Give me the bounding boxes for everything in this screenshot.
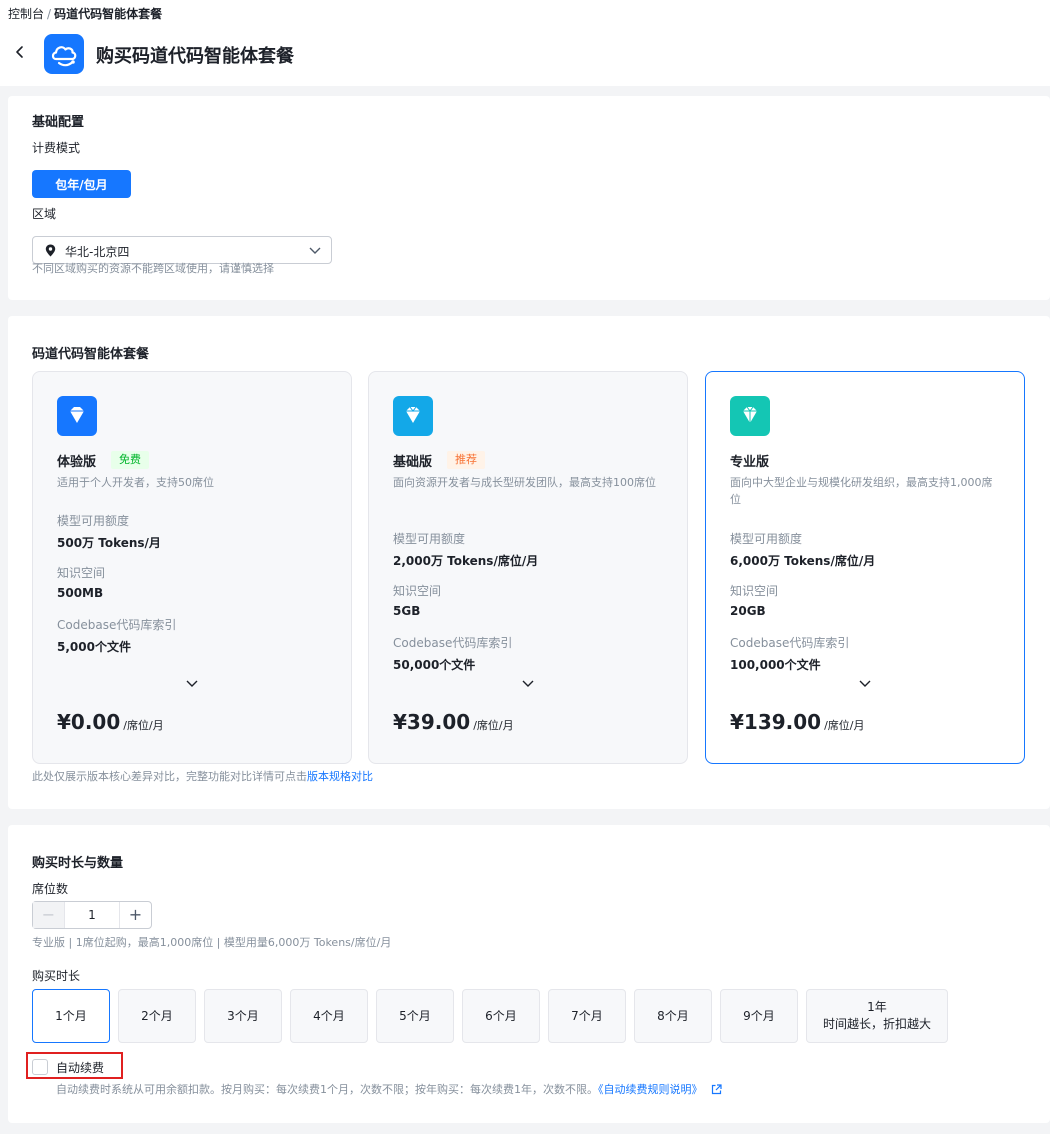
plan-name: 专业版 (730, 455, 770, 470)
knowledge-space-label: 知识空间 (393, 584, 442, 598)
seats-hint: 专业版 | 1席位起购，最高1,000席位 | 模型用量6,000万 Token… (32, 936, 392, 949)
plan-name: 体验版 (57, 455, 97, 470)
compare-text: 此处仅展示版本核心差异对比，完整功能对比详情可点击 (32, 770, 307, 783)
knowledge-space-value: 20GB (730, 604, 766, 618)
plan-name: 基础版 (393, 455, 433, 470)
section-title: 购买时长与数量 (32, 856, 124, 871)
spec-compare-link[interactable]: 版本规格对比 (307, 770, 373, 783)
diamond-icon (393, 396, 433, 436)
price-value: ¥0.00 (57, 710, 121, 734)
plan-compare-note: 此处仅展示版本核心差异对比，完整功能对比详情可点击版本规格对比 (32, 768, 373, 784)
price-value: ¥139.00 (730, 710, 822, 734)
seats-input[interactable]: 1 (65, 902, 119, 928)
section-title: 基础配置 (32, 115, 85, 130)
recommended-badge: 推荐 (447, 451, 485, 469)
duration-option-1-year[interactable]: 1年 时间越长，折扣越大 (806, 989, 948, 1043)
back-arrow-icon[interactable] (12, 44, 28, 60)
plan-card-professional[interactable]: 专业版 面向中大型企业与规模化研发组织，最高支持1,000席位 模型可用额度 6… (705, 371, 1025, 764)
plan-card-trial[interactable]: 体验版 免费 适用于个人开发者，支持50席位 模型可用额度 500万 Token… (32, 371, 352, 764)
knowledge-space-value: 5GB (393, 604, 421, 618)
region-hint: 不同区域购买的资源不能跨区域使用，请谨慎选择 (32, 262, 274, 275)
page-title: 购买码道代码智能体套餐 (96, 46, 294, 67)
region-label: 区域 (32, 207, 57, 221)
plan-description: 面向中大型企业与规模化研发组织，最高支持1,000席位 (730, 476, 993, 506)
increment-button[interactable]: + (119, 902, 151, 928)
quota-label: 模型可用额度 (730, 532, 803, 546)
plan-description: 适用于个人开发者，支持50席位 (57, 476, 214, 489)
seats-label: 席位数 (32, 882, 69, 896)
price-value: ¥39.00 (393, 710, 471, 734)
codebase-index-value: 50,000个文件 (393, 658, 476, 672)
duration-option-2-months[interactable]: 2个月 (118, 989, 196, 1043)
quota-value: 6,000万 Tokens/席位/月 (730, 554, 876, 568)
price-unit: /席位/月 (473, 719, 514, 732)
billing-mode-label: 计费模式 (32, 141, 81, 155)
auto-renew-hint-text: 自动续费时系统从可用余额扣款。按月购买：每次续费1个月，次数不限；按年购买：每次… (56, 1083, 598, 1096)
codebase-index-label: Codebase代码库索引 (57, 618, 177, 632)
section-title: 码道代码智能体套餐 (32, 347, 150, 362)
duration-option-7-months[interactable]: 7个月 (548, 989, 626, 1043)
duration-option-3-months[interactable]: 3个月 (204, 989, 282, 1043)
quota-label: 模型可用额度 (57, 514, 130, 528)
plan-price: ¥139.00/席位/月 (730, 710, 865, 734)
chevron-down-icon (309, 247, 321, 254)
duration-year-label: 1年 (867, 1000, 887, 1014)
price-unit: /席位/月 (123, 719, 164, 732)
auto-renew-checkbox[interactable] (32, 1059, 48, 1075)
codebase-index-value: 100,000个文件 (730, 658, 821, 672)
plan-price: ¥0.00/席位/月 (57, 710, 164, 734)
codebase-index-label: Codebase代码库索引 (730, 636, 850, 650)
knowledge-space-label: 知识空间 (730, 584, 779, 598)
plan-card-basic[interactable]: 基础版 推荐 面向资源开发者与成长型研发团队，最高支持100席位 模型可用额度 … (368, 371, 688, 764)
duration-option-1-month[interactable]: 1个月 (32, 989, 110, 1043)
free-badge: 免费 (111, 451, 149, 469)
duration-year-note: 时间越长，折扣越大 (822, 1017, 931, 1031)
duration-label: 购买时长 (32, 969, 81, 983)
breadcrumb-separator: / (47, 7, 52, 21)
duration-option-6-months[interactable]: 6个月 (462, 989, 540, 1043)
quota-value: 2,000万 Tokens/席位/月 (393, 554, 539, 568)
plan-description: 面向资源开发者与成长型研发团队，最高支持100席位 (393, 476, 656, 489)
location-pin-icon (45, 244, 56, 257)
basic-config-panel: 基础配置 计费模式 包年/包月 区域 华北-北京四 不同区域购买的资源不能跨区域… (8, 96, 1050, 300)
duration-option-8-months[interactable]: 8个月 (634, 989, 712, 1043)
expand-chevron-icon[interactable] (185, 678, 199, 688)
quota-label: 模型可用额度 (393, 532, 466, 546)
diamond-icon (730, 396, 770, 436)
breadcrumb: 控制台 / 码道代码智能体套餐 (8, 5, 162, 22)
codebase-index-value: 5,000个文件 (57, 640, 131, 654)
auto-renew-hint: 自动续费时系统从可用余额扣款。按月购买：每次续费1个月，次数不限；按年购买：每次… (56, 1081, 722, 1097)
knowledge-space-label: 知识空间 (57, 566, 106, 580)
purchase-panel: 购买时长与数量 席位数 − 1 + 专业版 | 1席位起购，最高1,000席位 … (8, 825, 1050, 1123)
auto-renew-label[interactable]: 自动续费 (56, 1059, 104, 1076)
codebase-index-label: Codebase代码库索引 (393, 636, 513, 650)
region-select-value: 华北-北京四 (65, 245, 130, 259)
plans-panel: 码道代码智能体套餐 体验版 免费 适用于个人开发者，支持50席位 模型可用额度 … (8, 316, 1050, 809)
expand-chevron-icon[interactable] (521, 678, 535, 688)
duration-option-9-months[interactable]: 9个月 (720, 989, 798, 1043)
auto-renew-rules-link[interactable]: 《自动续费规则说明》 (598, 1083, 703, 1096)
seats-stepper: − 1 + (32, 901, 152, 929)
external-link-icon[interactable] (711, 1084, 722, 1095)
breadcrumb-console-link[interactable]: 控制台 (8, 7, 44, 21)
plan-price: ¥39.00/席位/月 (393, 710, 514, 734)
duration-option-4-months[interactable]: 4个月 (290, 989, 368, 1043)
breadcrumb-current: 码道代码智能体套餐 (54, 7, 163, 21)
billing-mode-yearly-monthly-button[interactable]: 包年/包月 (32, 170, 131, 198)
quota-value: 500万 Tokens/月 (57, 536, 161, 550)
expand-chevron-icon[interactable] (858, 678, 872, 688)
duration-option-5-months[interactable]: 5个月 (376, 989, 454, 1043)
product-logo-icon (44, 34, 84, 74)
decrement-button[interactable]: − (33, 902, 65, 928)
knowledge-space-value: 500MB (57, 586, 104, 600)
diamond-icon (57, 396, 97, 436)
page-header: 控制台 / 码道代码智能体套餐 购买码道代码智能体套餐 (0, 0, 1050, 86)
price-unit: /席位/月 (824, 719, 865, 732)
